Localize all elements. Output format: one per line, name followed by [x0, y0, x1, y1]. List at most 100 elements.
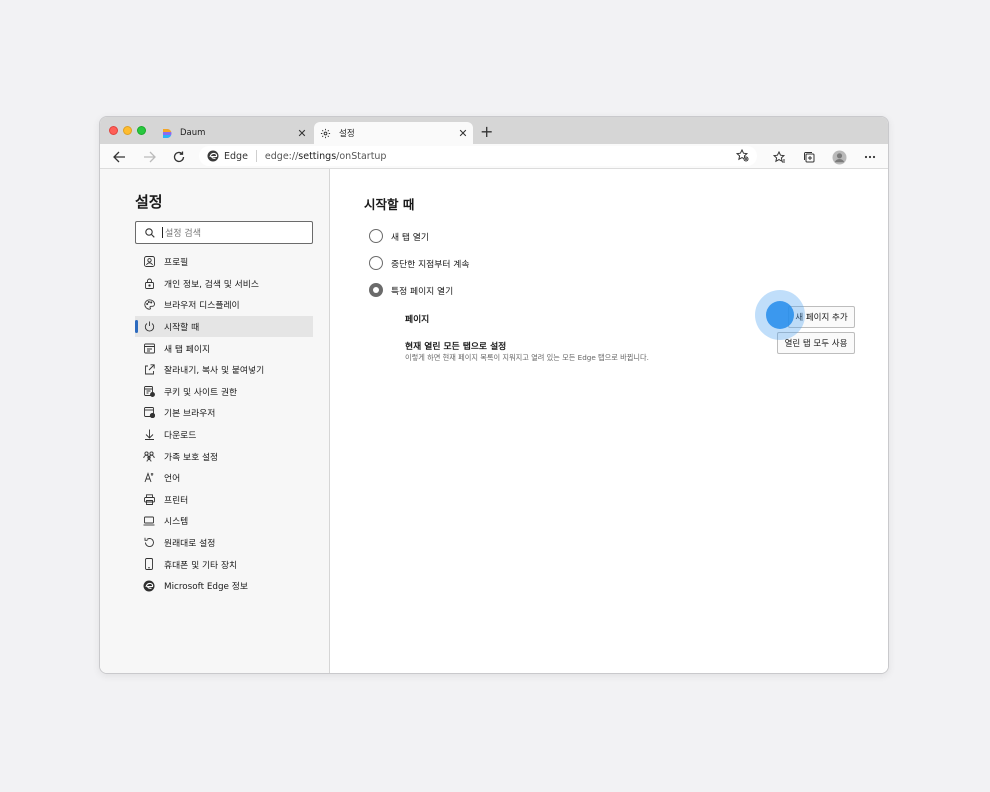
tab-settings[interactable]: 설정 ✕	[314, 122, 473, 144]
more-options-icon[interactable]	[861, 148, 879, 166]
url-main: settings	[298, 150, 337, 162]
edge-logo-icon	[207, 150, 219, 162]
sidebar-item-label: 브라우저 디스플레이	[164, 301, 240, 312]
sidebar-item-privacy[interactable]: 개인 정보, 검색 및 서비스	[135, 273, 313, 295]
reset-icon	[143, 537, 155, 549]
sidebar-item-label: 프로필	[164, 258, 189, 269]
option-label: 특정 페이지 열기	[391, 286, 454, 297]
toolbar: Edge edge:// settings /onStartup	[100, 144, 888, 169]
profile-avatar[interactable]	[830, 148, 848, 166]
edge-icon	[143, 580, 155, 592]
phone-icon	[143, 558, 155, 571]
text-caret	[162, 227, 163, 238]
settings-nav: 프로필 개인 정보, 검색 및 서비스 브라우저 디스플레이 시작할 때 새 탭…	[135, 251, 313, 597]
palette-icon	[143, 299, 155, 311]
sidebar-item-downloads[interactable]: 다운로드	[135, 424, 313, 446]
sidebar-item-label: 기본 브라우저	[164, 409, 216, 420]
close-window-button[interactable]	[109, 126, 118, 135]
sidebar-item-on-startup[interactable]: 시작할 때	[135, 315, 313, 338]
pages-label: 페이지	[405, 315, 430, 325]
sidebar-item-label: 원래대로 설정	[164, 539, 216, 550]
daum-favicon-icon	[161, 128, 172, 139]
language-icon	[143, 472, 155, 484]
tab-close-icon[interactable]: ✕	[294, 127, 310, 140]
back-icon[interactable]	[110, 148, 128, 166]
browser-window: Daum ✕ 설정 ✕ + Edge edge:// settings /onS…	[99, 116, 889, 674]
sidebar-item-languages[interactable]: 언어	[135, 467, 313, 489]
new-tab-icon	[143, 342, 155, 354]
sidebar-item-profile[interactable]: 프로필	[135, 251, 313, 273]
sidebar-item-label: 쿠키 및 사이트 권한	[164, 387, 238, 398]
option-label: 중단한 지점부터 계속	[391, 259, 470, 270]
tab-daum[interactable]: Daum ✕	[155, 122, 312, 144]
sidebar-item-label: Microsoft Edge 정보	[164, 582, 248, 593]
window-controls	[109, 126, 146, 135]
share-icon	[143, 364, 155, 376]
forward-icon[interactable]	[140, 148, 158, 166]
settings-search-input[interactable]: 설정 검색	[135, 221, 313, 244]
sidebar-item-printers[interactable]: 프린터	[135, 489, 313, 511]
radio-button[interactable]	[369, 256, 383, 270]
settings-main: 시작할 때 새 탭 열기 중단한 지점부터 계속 특정 페이지 열기 페이지 새…	[331, 169, 888, 673]
default-browser-icon	[143, 407, 155, 419]
family-icon	[143, 450, 155, 462]
search-icon	[145, 227, 155, 238]
sidebar-item-default-browser[interactable]: 기본 브라우저	[135, 402, 313, 424]
tab-title: Daum	[180, 128, 206, 138]
sidebar-item-reset[interactable]: 원래대로 설정	[135, 532, 313, 554]
click-indicator	[755, 290, 805, 340]
address-bar[interactable]: Edge edge:// settings /onStartup	[199, 146, 757, 166]
collections-icon[interactable]	[800, 148, 818, 166]
radio-button[interactable]	[369, 229, 383, 243]
cookie-permissions-icon	[143, 385, 155, 397]
sidebar-item-about-edge[interactable]: Microsoft Edge 정보	[135, 575, 313, 597]
sidebar-item-label: 시스템	[164, 517, 189, 528]
search-placeholder: 설정 검색	[165, 229, 201, 239]
radio-button-selected[interactable]	[369, 283, 383, 297]
sidebar-item-cookies[interactable]: 쿠키 및 사이트 권한	[135, 381, 313, 403]
sidebar-item-label: 새 탭 페이지	[164, 344, 211, 355]
tab-strip: Daum ✕ 설정 ✕ +	[100, 117, 888, 144]
sidebar-item-label: 잘라내기, 복사 및 붙여넣기	[164, 366, 265, 377]
option-continue-where-left[interactable]: 중단한 지점부터 계속	[369, 256, 469, 270]
download-icon	[143, 429, 155, 441]
sidebar-item-label: 가족 보호 설정	[164, 452, 219, 463]
option-open-specific-pages[interactable]: 특정 페이지 열기	[369, 283, 453, 297]
site-identity: Edge	[224, 150, 248, 162]
tab-title: 설정	[339, 129, 355, 139]
sidebar-item-label: 프린터	[164, 495, 189, 506]
lock-icon	[143, 277, 155, 289]
option-label: 새 탭 열기	[391, 232, 429, 243]
sidebar-item-family[interactable]: 가족 보호 설정	[135, 445, 313, 467]
sidebar-item-label: 휴대폰 및 기타 장치	[164, 560, 238, 571]
sidebar-item-phone-devices[interactable]: 휴대폰 및 기타 장치	[135, 553, 313, 575]
refresh-icon[interactable]	[170, 148, 188, 166]
profile-icon	[143, 256, 155, 268]
use-open-tabs-description: 이렇게 하면 현재 페이지 목록이 지워지고 열려 있는 모든 Edge 탭으로…	[405, 353, 649, 362]
address-separator	[255, 150, 257, 162]
maximize-window-button[interactable]	[137, 126, 146, 135]
option-open-new-tab[interactable]: 새 탭 열기	[369, 229, 429, 243]
page-title: 시작할 때	[364, 197, 415, 212]
sidebar-item-new-tab-page[interactable]: 새 탭 페이지	[135, 337, 313, 359]
url-prefix: edge://	[264, 150, 299, 162]
sidebar-item-label: 다운로드	[164, 431, 197, 442]
printer-icon	[143, 493, 155, 505]
laptop-icon	[143, 515, 155, 527]
favorites-icon[interactable]	[770, 148, 788, 166]
power-icon	[143, 321, 155, 333]
sidebar-item-share-copy-paste[interactable]: 잘라내기, 복사 및 붙여넣기	[135, 359, 313, 381]
new-tab-button[interactable]: +	[480, 122, 493, 142]
url-suffix: /onStartup	[336, 150, 387, 162]
tab-close-icon[interactable]: ✕	[455, 127, 471, 140]
sidebar-item-label: 언어	[164, 474, 181, 485]
sidebar-item-system[interactable]: 시스템	[135, 510, 313, 532]
settings-sidebar: 설정 설정 검색 프로필 개인 정보, 검색 및 서비스 브라우저 디스플레이 …	[100, 169, 330, 673]
gear-icon	[320, 128, 331, 139]
minimize-window-button[interactable]	[123, 126, 132, 135]
add-favorite-icon[interactable]	[735, 148, 749, 165]
sidebar-item-appearance[interactable]: 브라우저 디스플레이	[135, 294, 313, 316]
sidebar-item-label: 시작할 때	[164, 323, 200, 334]
sidebar-title: 설정	[135, 193, 163, 211]
use-open-tabs-title: 현재 열린 모든 탭으로 설정	[405, 342, 507, 352]
